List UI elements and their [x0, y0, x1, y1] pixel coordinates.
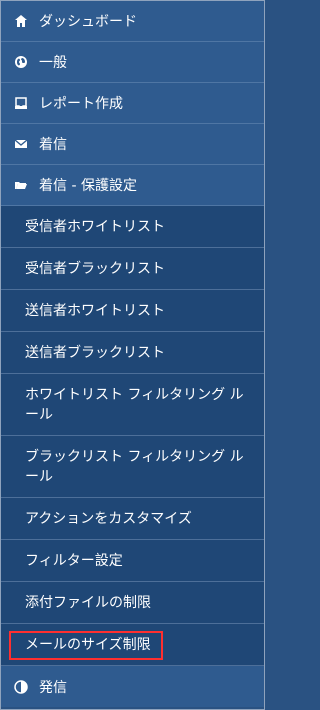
submenu-label-blacklist-filtering-rules: ブラックリスト フィルタリング ルール [25, 448, 244, 485]
menu-item-reporting[interactable]: レポート作成 [1, 83, 264, 124]
submenu-label-mail-size-limit: メールのサイズ制限 [25, 636, 151, 653]
menu-label-outbound: 発信 [39, 679, 67, 696]
inbound-protection-submenu: 受信者ホワイトリスト 受信者ブラックリスト 送信者ホワイトリスト 送信者ブラック… [1, 206, 264, 666]
menu-item-inbound-protection[interactable]: 着信 - 保護設定 [1, 165, 264, 206]
contrast-icon [13, 679, 29, 695]
submenu-item-recipient-whitelist[interactable]: 受信者ホワイトリスト [1, 206, 264, 248]
menu-label-reporting: レポート作成 [39, 96, 123, 112]
inbox-icon [13, 95, 29, 111]
submenu-label-customize-actions: アクションをカスタマイズ [25, 510, 192, 527]
home-icon [13, 13, 29, 29]
submenu-item-mail-size-limit[interactable]: メールのサイズ制限 [1, 624, 264, 666]
submenu-label-sender-blacklist: 送信者ブラックリスト [25, 344, 165, 361]
submenu-item-filter-settings[interactable]: フィルター設定 [1, 540, 264, 582]
submenu-label-filter-settings: フィルター設定 [25, 552, 123, 569]
submenu-label-attachment-restrictions: 添付ファイルの制限 [25, 594, 151, 611]
menu-item-dashboard[interactable]: ダッシュボード [1, 1, 264, 42]
menu-label-dashboard: ダッシュボード [39, 14, 137, 30]
mail-icon [13, 136, 29, 152]
submenu-label-sender-whitelist: 送信者ホワイトリスト [25, 302, 165, 319]
submenu-item-whitelist-filtering-rules[interactable]: ホワイトリスト フィルタリング ルール [1, 374, 264, 436]
submenu-item-sender-blacklist[interactable]: 送信者ブラックリスト [1, 332, 264, 374]
menu-item-outbound[interactable]: 発信 [1, 666, 264, 707]
menu-label-inbound: 着信 [39, 137, 67, 153]
submenu-item-attachment-restrictions[interactable]: 添付ファイルの制限 [1, 582, 264, 624]
submenu-label-whitelist-filtering-rules: ホワイトリスト フィルタリング ルール [25, 386, 244, 423]
submenu-label-recipient-whitelist: 受信者ホワイトリスト [25, 218, 165, 235]
menu-label-general: 一般 [39, 55, 67, 71]
folder-open-icon [13, 177, 29, 193]
menu-label-inbound-protection: 着信 - 保護設定 [39, 178, 137, 194]
menu-item-general[interactable]: 一般 [1, 42, 264, 83]
submenu-item-sender-whitelist[interactable]: 送信者ホワイトリスト [1, 290, 264, 332]
globe-icon [13, 54, 29, 70]
submenu-item-blacklist-filtering-rules[interactable]: ブラックリスト フィルタリング ルール [1, 436, 264, 498]
submenu-item-customize-actions[interactable]: アクションをカスタマイズ [1, 498, 264, 540]
submenu-label-recipient-blacklist: 受信者ブラックリスト [25, 260, 165, 277]
sidebar-menu: ダッシュボード 一般 レポート作成 着信 着信 - 保護設定 受信者ホワイトリス… [0, 0, 265, 710]
menu-item-inbound[interactable]: 着信 [1, 124, 264, 165]
submenu-item-recipient-blacklist[interactable]: 受信者ブラックリスト [1, 248, 264, 290]
